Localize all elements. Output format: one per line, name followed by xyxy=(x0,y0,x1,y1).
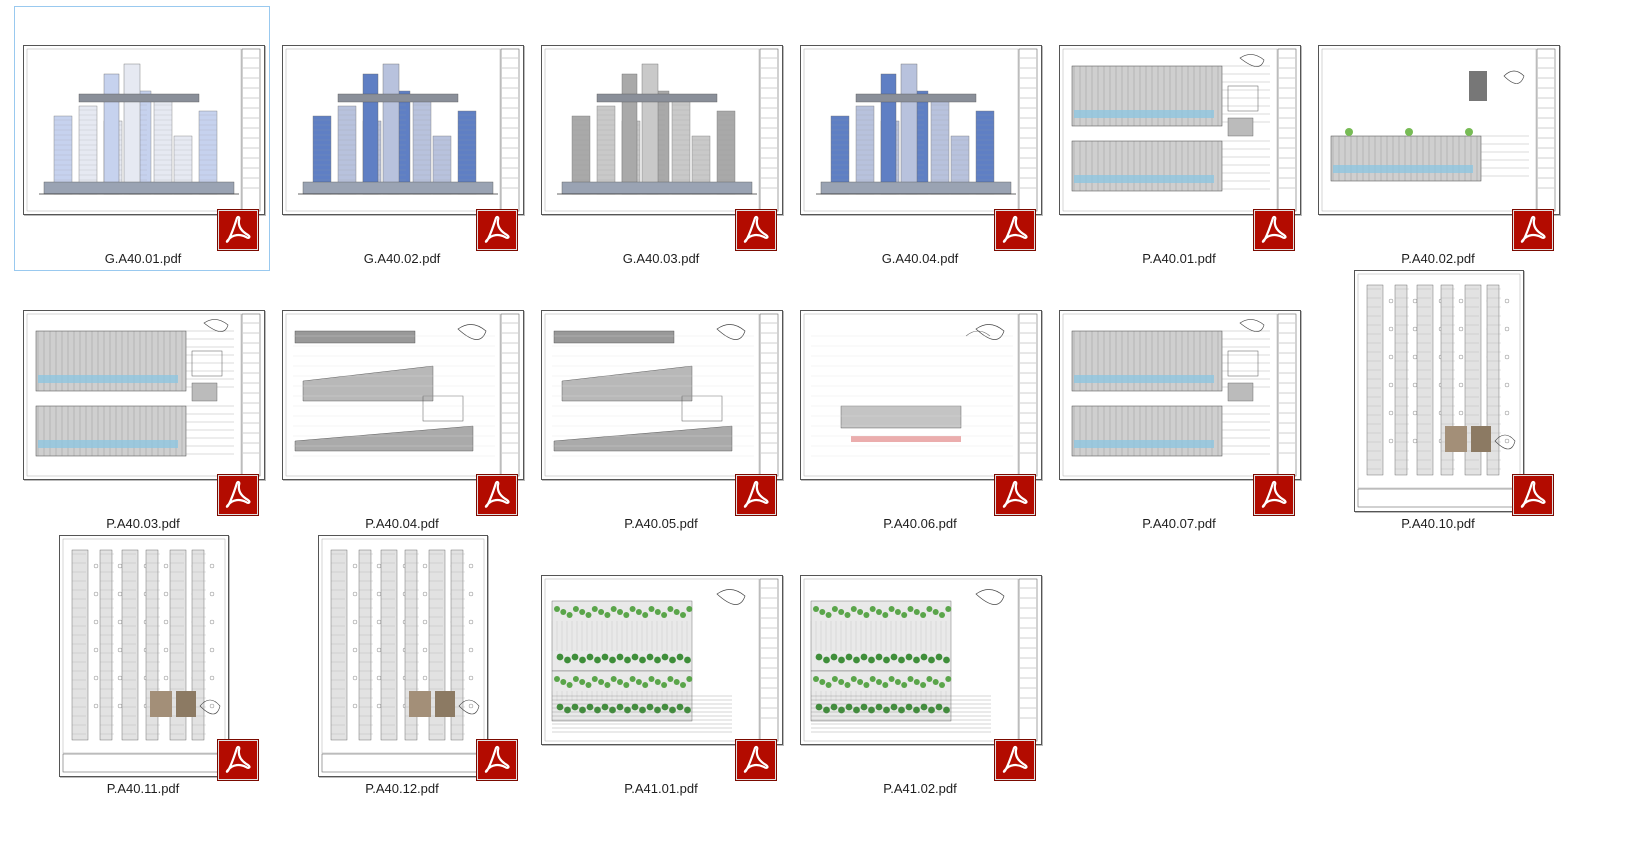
file-name-label: G.A40.02.pdf xyxy=(363,251,441,266)
file-name-label: G.A40.04.pdf xyxy=(881,251,959,266)
file-item[interactable]: G.A40.04.pdf xyxy=(791,6,1047,271)
acrobat-pdf-icon xyxy=(217,209,259,251)
file-name-label: P.A41.01.pdf xyxy=(624,781,698,796)
pdf-thumbnail xyxy=(541,45,783,215)
file-name-label: P.A40.07.pdf xyxy=(1142,516,1216,531)
pdf-thumbnail xyxy=(23,45,265,215)
file-item[interactable]: P.A40.05.pdf xyxy=(532,271,788,536)
file-name-label: P.A40.12.pdf xyxy=(365,781,439,796)
pdf-thumbnail xyxy=(59,535,229,777)
file-name-label: P.A40.01.pdf xyxy=(1142,251,1216,266)
file-item[interactable]: P.A40.04.pdf xyxy=(273,271,529,536)
file-name-label: P.A40.05.pdf xyxy=(624,516,698,531)
file-item[interactable]: G.A40.01.pdf xyxy=(14,6,270,271)
pdf-thumbnail xyxy=(541,310,783,480)
file-grid: G.A40.01.pdf G.A40.02.pdf G.A40.03.pdf G… xyxy=(0,0,1652,863)
pdf-thumbnail xyxy=(318,535,488,777)
file-name-label: P.A40.06.pdf xyxy=(883,516,957,531)
pdf-thumbnail xyxy=(1059,45,1301,215)
file-item[interactable]: P.A40.02.pdf xyxy=(1309,6,1565,271)
pdf-thumbnail xyxy=(800,45,1042,215)
acrobat-pdf-icon xyxy=(994,474,1036,516)
acrobat-pdf-icon xyxy=(217,474,259,516)
pdf-thumbnail xyxy=(800,575,1042,745)
file-name-label: G.A40.03.pdf xyxy=(622,251,700,266)
file-item[interactable]: G.A40.03.pdf xyxy=(532,6,788,271)
file-item[interactable]: P.A40.03.pdf xyxy=(14,271,270,536)
acrobat-pdf-icon xyxy=(1512,209,1554,251)
acrobat-pdf-icon xyxy=(1253,474,1295,516)
pdf-thumbnail xyxy=(800,310,1042,480)
acrobat-pdf-icon xyxy=(476,209,518,251)
file-item[interactable]: P.A41.01.pdf xyxy=(532,536,788,801)
file-name-label: P.A40.03.pdf xyxy=(106,516,180,531)
file-name-label: P.A40.10.pdf xyxy=(1401,516,1475,531)
pdf-thumbnail xyxy=(282,45,524,215)
acrobat-pdf-icon xyxy=(994,209,1036,251)
acrobat-pdf-icon xyxy=(994,739,1036,781)
acrobat-pdf-icon xyxy=(735,739,777,781)
file-item[interactable]: P.A40.12.pdf xyxy=(273,535,529,801)
acrobat-pdf-icon xyxy=(1512,474,1554,516)
pdf-thumbnail xyxy=(23,310,265,480)
file-item[interactable]: P.A41.02.pdf xyxy=(791,536,1047,801)
acrobat-pdf-icon xyxy=(735,209,777,251)
pdf-thumbnail xyxy=(1318,45,1560,215)
file-name-label: G.A40.01.pdf xyxy=(104,251,182,266)
acrobat-pdf-icon xyxy=(217,739,259,781)
acrobat-pdf-icon xyxy=(735,474,777,516)
file-item[interactable]: P.A40.06.pdf xyxy=(791,271,1047,536)
file-item[interactable]: P.A40.10.pdf xyxy=(1309,270,1565,536)
file-item[interactable]: P.A40.01.pdf xyxy=(1050,6,1306,271)
file-item[interactable]: P.A40.07.pdf xyxy=(1050,271,1306,536)
file-item[interactable]: P.A40.11.pdf xyxy=(14,535,270,801)
file-name-label: P.A41.02.pdf xyxy=(883,781,957,796)
pdf-thumbnail xyxy=(541,575,783,745)
file-item[interactable]: G.A40.02.pdf xyxy=(273,6,529,271)
pdf-thumbnail xyxy=(1059,310,1301,480)
file-name-label: P.A40.11.pdf xyxy=(106,781,180,796)
acrobat-pdf-icon xyxy=(1253,209,1295,251)
acrobat-pdf-icon xyxy=(476,474,518,516)
file-name-label: P.A40.02.pdf xyxy=(1401,251,1475,266)
file-name-label: P.A40.04.pdf xyxy=(365,516,439,531)
pdf-thumbnail xyxy=(1354,270,1524,512)
acrobat-pdf-icon xyxy=(476,739,518,781)
pdf-thumbnail xyxy=(282,310,524,480)
